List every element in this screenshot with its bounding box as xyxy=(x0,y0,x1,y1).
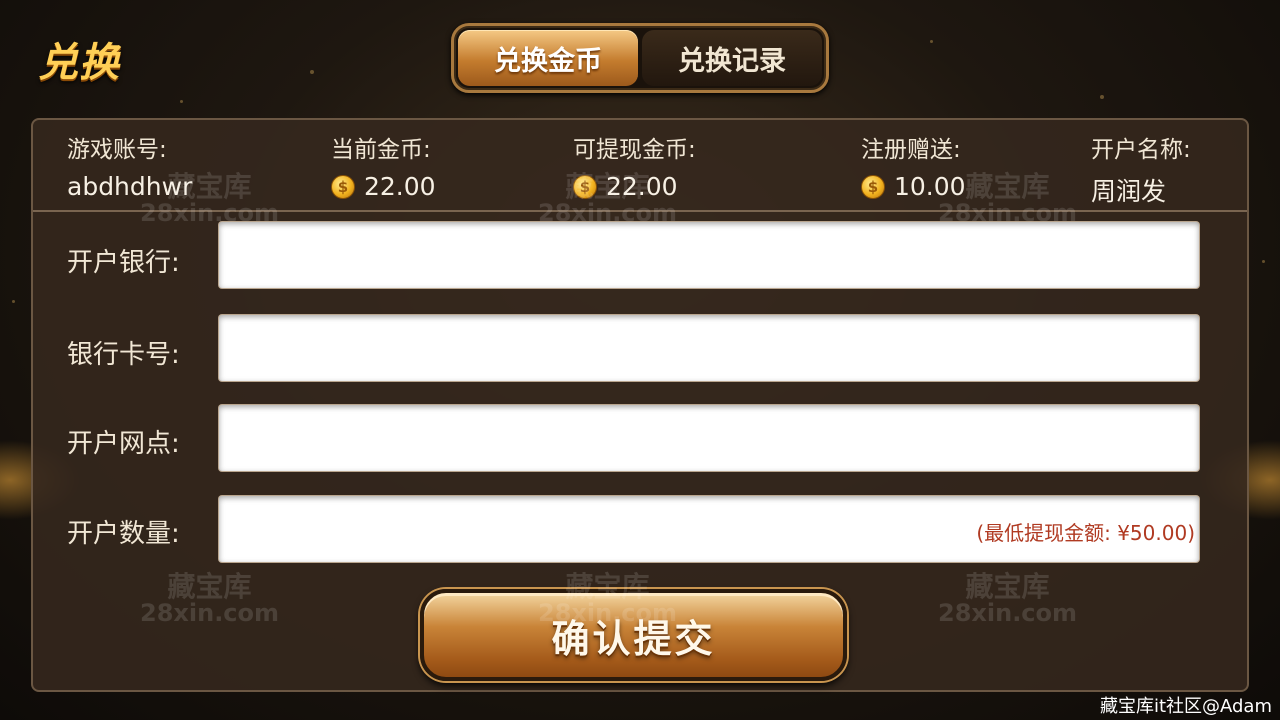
bank-label: 开户银行: xyxy=(67,248,180,278)
watermark: 藏宝库 28xin.com xyxy=(538,170,678,227)
page-title: 兑换 xyxy=(38,40,120,86)
game-account-label: 游戏账号: xyxy=(67,137,167,163)
watermark: 藏宝库 28xin.com xyxy=(140,570,280,627)
sparkle xyxy=(930,40,933,43)
account-name-value: 周润发 xyxy=(1091,177,1167,206)
sparkle xyxy=(180,100,183,103)
minimum-withdraw-hint: (最低提现金额: ¥50.00) xyxy=(976,521,1195,545)
sparkle xyxy=(1100,95,1104,99)
card-number-input[interactable] xyxy=(219,315,1199,381)
bank-input[interactable] xyxy=(219,222,1199,288)
account-name-label: 开户名称: xyxy=(1091,137,1191,163)
current-coins: 当前金币: $ 22.00 xyxy=(331,130,436,201)
watermark: 藏宝库 28xin.com xyxy=(140,170,280,227)
coin-icon: $ xyxy=(331,174,355,199)
branch-input[interactable] xyxy=(219,405,1199,471)
watermark: 藏宝库 28xin.com xyxy=(938,570,1078,627)
tab-exchange-records[interactable]: 兑换记录 xyxy=(642,30,822,86)
footer-credit: 藏宝库it社区@Adam xyxy=(1099,696,1272,717)
watermark: 藏宝库 28xin.com xyxy=(938,170,1078,227)
sparkle xyxy=(310,70,314,74)
current-coins-value: 22.00 xyxy=(364,172,436,201)
coin-icon: $ xyxy=(861,174,885,199)
branch-label: 开户网点: xyxy=(67,429,180,459)
watermark: 藏宝库 28xin.com xyxy=(538,570,678,627)
current-coins-label: 当前金币: xyxy=(331,137,431,163)
tab-exchange-coins[interactable]: 兑换金币 xyxy=(458,30,638,86)
withdrawable-coins-label: 可提现金币: xyxy=(573,137,696,163)
card-number-label: 银行卡号: xyxy=(67,340,180,370)
sparkle xyxy=(12,300,15,303)
amount-label: 开户数量: xyxy=(67,519,180,549)
account-name: 开户名称: 周润发 xyxy=(1091,130,1191,208)
register-bonus-label: 注册赠送: xyxy=(861,137,961,163)
sparkle xyxy=(1262,260,1265,263)
tab-bar: 兑换金币 兑换记录 xyxy=(451,23,829,93)
